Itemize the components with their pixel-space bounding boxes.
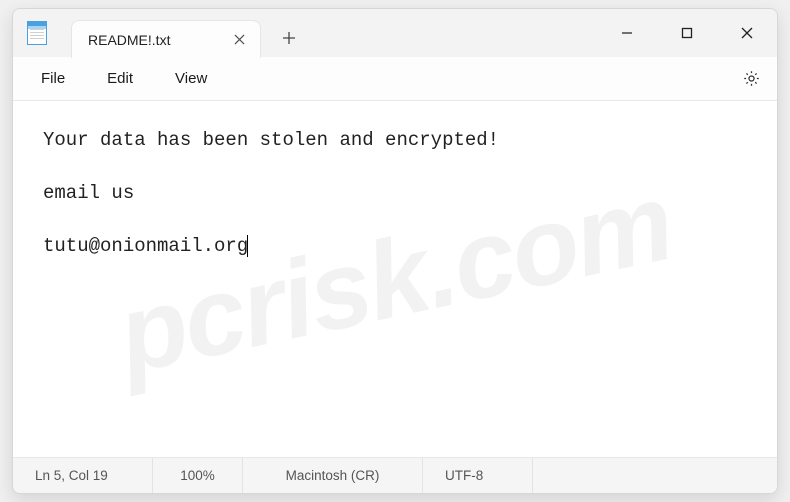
watermark: pcrisk.com [105,145,686,412]
text-caret [247,235,248,257]
tab-strip: README!.txt [61,9,311,57]
app-icon-wrap [13,9,61,57]
tab-title: README!.txt [88,32,210,48]
tab-close-button[interactable] [228,29,250,51]
new-tab-button[interactable] [267,19,311,57]
text-line-3: tutu@onionmail.org [43,235,248,257]
text-line-1: Your data has been stolen and encrypted! [43,129,499,151]
window-controls [597,9,777,57]
status-position: Ln 5, Col 19 [13,458,153,493]
maximize-button[interactable] [657,9,717,57]
settings-button[interactable] [731,61,771,97]
editor-content[interactable]: pcrisk.comYour data has been stolen and … [13,101,777,457]
statusbar: Ln 5, Col 19 100% Macintosh (CR) UTF-8 [13,457,777,493]
menu-view[interactable]: View [155,64,227,93]
menu-file[interactable]: File [21,64,85,93]
close-button[interactable] [717,9,777,57]
status-encoding: UTF-8 [423,458,533,493]
status-zoom[interactable]: 100% [153,458,243,493]
status-line-ending: Macintosh (CR) [243,458,423,493]
text-line-2: email us [43,182,134,204]
status-spacer [533,458,777,493]
minimize-button[interactable] [597,9,657,57]
tab-readme[interactable]: README!.txt [71,20,261,58]
notepad-icon [27,21,47,45]
menu-edit[interactable]: Edit [87,64,153,93]
titlebar: README!.txt [13,9,777,57]
menubar: File Edit View [13,57,777,101]
notepad-window: README!.txt File Edit View [12,8,778,494]
